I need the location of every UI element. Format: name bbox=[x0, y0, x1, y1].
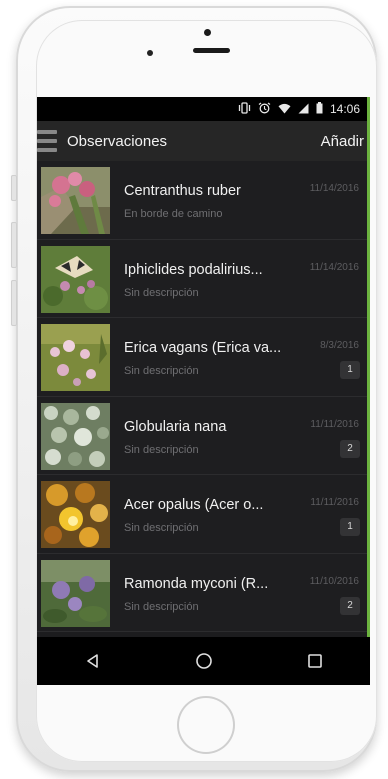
front-camera bbox=[147, 50, 153, 56]
observation-name: Globularia nana bbox=[124, 418, 227, 435]
observation-description: Sin descripción bbox=[124, 286, 199, 299]
list-item[interactable]: Acer opalus (Acer o... Sin descripción 1… bbox=[37, 475, 367, 554]
volume-up-button bbox=[11, 222, 17, 268]
observation-thumbnail bbox=[41, 324, 110, 391]
recents-icon bbox=[307, 654, 322, 668]
nav-home-button[interactable] bbox=[184, 641, 224, 681]
observation-name: Iphiclides podalirius... bbox=[124, 261, 263, 278]
list-item[interactable]: Erica vagans (Erica va... Sin descripció… bbox=[37, 318, 367, 397]
status-time: 14:06 bbox=[329, 102, 360, 116]
signal-icon bbox=[298, 103, 309, 116]
observation-thumbnail bbox=[41, 245, 110, 313]
volume-down-button bbox=[11, 280, 17, 326]
observation-date: 11/14/2016 bbox=[309, 183, 359, 194]
battery-icon bbox=[316, 102, 323, 116]
observation-description: Sin descripción bbox=[124, 600, 199, 613]
list-item[interactable]: Iphiclides podalirius... Sin descripción… bbox=[37, 239, 367, 318]
observation-description: Sin descripción bbox=[124, 365, 199, 377]
observation-thumbnail bbox=[41, 402, 110, 470]
earpiece-speaker bbox=[193, 48, 230, 53]
observation-name: Ramonda myconi (R... bbox=[124, 575, 269, 592]
observation-date: 11/11/2016 bbox=[310, 418, 359, 430]
observations-list: Centranthus ruber En borde de camino 11/… bbox=[37, 161, 367, 632]
recents-button[interactable] bbox=[295, 641, 335, 681]
app-bar: Observaciones Añadir bbox=[37, 121, 370, 161]
home-icon bbox=[195, 653, 212, 669]
photo-count-badge: 2 bbox=[340, 596, 360, 615]
observation-thumbnail bbox=[41, 481, 110, 548]
observation-date: 11/14/2016 bbox=[309, 261, 359, 273]
proximity-sensor bbox=[204, 29, 211, 36]
add-button[interactable]: Añadir bbox=[321, 133, 364, 150]
list-item[interactable]: Ramonda myconi (R... Sin descripción 11/… bbox=[37, 553, 367, 632]
list-item[interactable]: Centranthus ruber En borde de camino 11/… bbox=[37, 161, 367, 240]
observation-date: 11/10/2016 bbox=[309, 575, 359, 587]
mute-switch bbox=[11, 175, 17, 201]
menu-icon[interactable] bbox=[37, 130, 57, 152]
alarm-icon bbox=[258, 102, 271, 116]
observation-name: Acer opalus (Acer o... bbox=[124, 497, 264, 513]
android-nav-bar bbox=[37, 637, 370, 685]
home-button[interactable] bbox=[177, 696, 235, 754]
observation-description: Sin descripción bbox=[124, 522, 199, 534]
page-title: Observaciones bbox=[67, 132, 168, 150]
app-screen: 14:06 Observaciones Añadir Centranthus r… bbox=[37, 97, 370, 685]
back-icon bbox=[86, 654, 98, 668]
list-item[interactable]: Globularia nana Sin descripción 11/11/20… bbox=[37, 396, 367, 475]
photo-count-badge: 1 bbox=[340, 361, 360, 379]
accent-edge bbox=[367, 97, 370, 685]
observation-description: Sin descripción bbox=[124, 443, 199, 456]
observation-thumbnail bbox=[41, 559, 110, 627]
observation-description: En borde de camino bbox=[124, 208, 223, 220]
photo-count-badge: 1 bbox=[340, 518, 360, 536]
observation-name: Erica vagans (Erica va... bbox=[124, 340, 282, 356]
back-button[interactable] bbox=[73, 641, 113, 681]
status-bar: 14:06 bbox=[37, 97, 370, 121]
photo-count-badge: 2 bbox=[340, 439, 360, 458]
vibrate-icon bbox=[238, 102, 251, 116]
observation-name: Centranthus ruber bbox=[124, 183, 241, 199]
observation-date: 11/11/2016 bbox=[310, 497, 359, 508]
observation-thumbnail bbox=[41, 167, 110, 234]
wifi-icon bbox=[278, 103, 291, 116]
observation-date: 8/3/2016 bbox=[320, 340, 359, 351]
